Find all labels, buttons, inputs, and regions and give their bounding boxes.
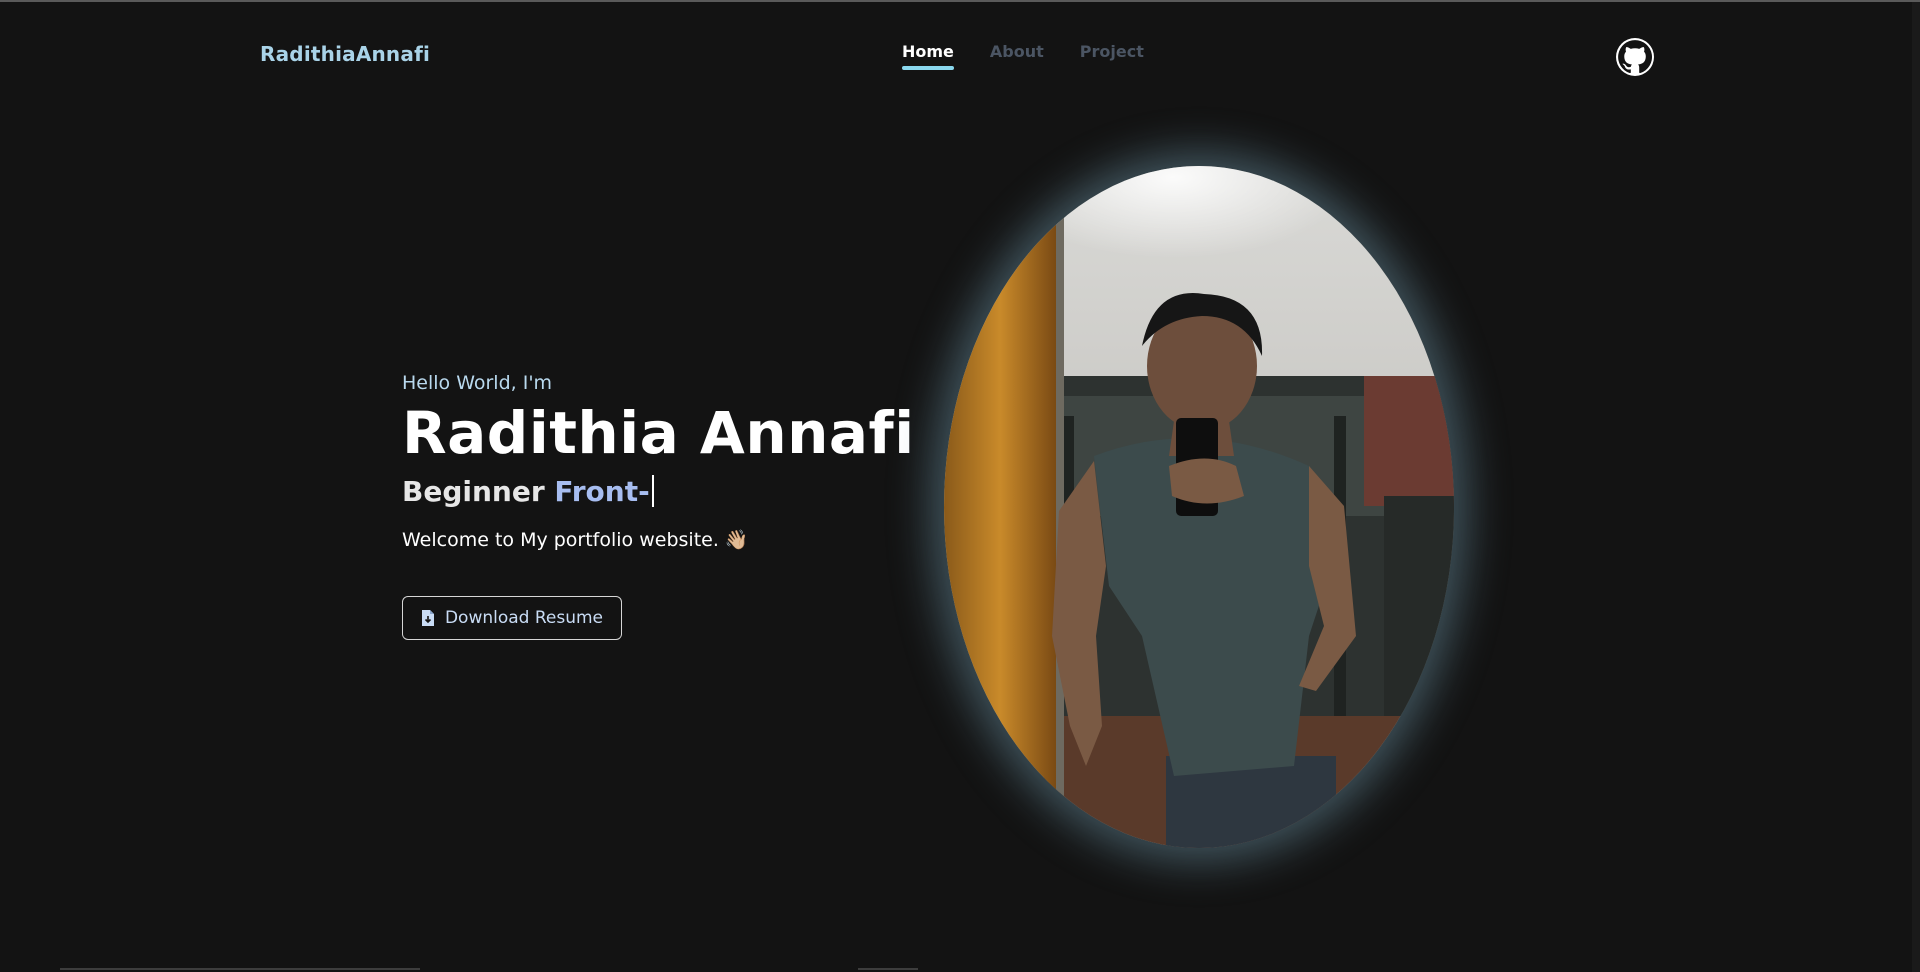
nav-project-label: Project — [1079, 42, 1144, 61]
download-resume-button[interactable]: Download Resume — [402, 596, 622, 640]
github-icon — [1616, 38, 1654, 76]
profile-photo — [944, 166, 1454, 848]
scrollbar[interactable] — [1912, 2, 1920, 972]
role-prefix: Beginner — [402, 474, 555, 508]
file-download-icon — [421, 610, 434, 626]
nav-about-label: About — [989, 42, 1044, 61]
typing-caret — [651, 474, 654, 507]
main-nav: Home About Project — [902, 42, 1144, 70]
hero-name: Radithia Annafi — [402, 399, 915, 467]
nav-home[interactable]: Home — [902, 42, 954, 70]
download-resume-label: Download Resume — [444, 608, 604, 628]
top-border — [0, 0, 1920, 2]
hero-section: Hello World, I'm Radithia Annafi Beginne… — [402, 372, 915, 640]
welcome-text: Welcome to My portfolio website. 👋🏼 — [402, 529, 749, 552]
role-typewriter: Beginner Front- — [402, 474, 915, 509]
nav-home-label: Home — [902, 42, 954, 61]
github-link[interactable] — [1616, 38, 1654, 76]
brand-logo[interactable]: RadithiaAnnafi — [260, 42, 430, 66]
bottom-bar-center — [858, 968, 918, 970]
nav-project[interactable]: Project — [1080, 42, 1144, 61]
bottom-bar-left — [60, 968, 420, 970]
profile-photo-image — [944, 166, 1454, 848]
role-typed-text: Front- — [554, 474, 650, 508]
active-indicator — [902, 66, 954, 70]
nav-about[interactable]: About — [990, 42, 1044, 61]
greeting-text: Hello World, I'm — [402, 372, 553, 394]
